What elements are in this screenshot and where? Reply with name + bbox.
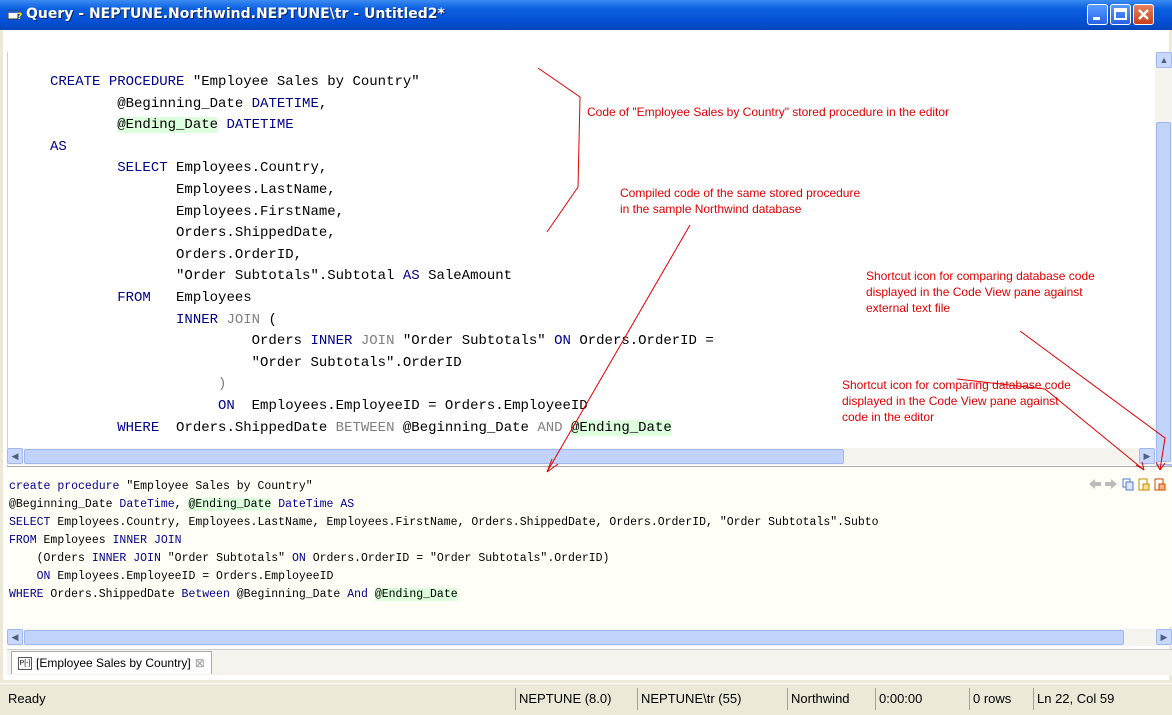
annotation-arrowhead-compare-editor [1135, 461, 1145, 471]
annotation-editor-code: Code of "Employee Sales by Country" stor… [587, 105, 950, 119]
status-server: NEPTUNE (8.0) [515, 688, 637, 710]
status-cursor-position: Ln 22, Col 59 [1033, 688, 1172, 710]
annotation-line-editor [537, 67, 581, 233]
status-bar: Ready NEPTUNE (8.0) NEPTUNE\tr (55) Nort… [0, 683, 1172, 715]
status-database: Northwind [787, 688, 875, 710]
annotation-compare-editor: Shortcut icon for comparing database cod… [842, 378, 1071, 424]
status-ready: Ready [8, 691, 46, 706]
status-elapsed-time: 0:00:00 [875, 688, 969, 710]
annotation-lines [537, 67, 1166, 473]
status-row-count: 0 rows [969, 688, 1033, 710]
status-user: NEPTUNE\tr (55) [637, 688, 787, 710]
annotation-compare-file: Shortcut icon for comparing database cod… [866, 269, 1095, 315]
annotation-line-compiled [546, 224, 691, 473]
annotation-compiled-code: Compiled code of the same stored procedu… [620, 186, 861, 216]
